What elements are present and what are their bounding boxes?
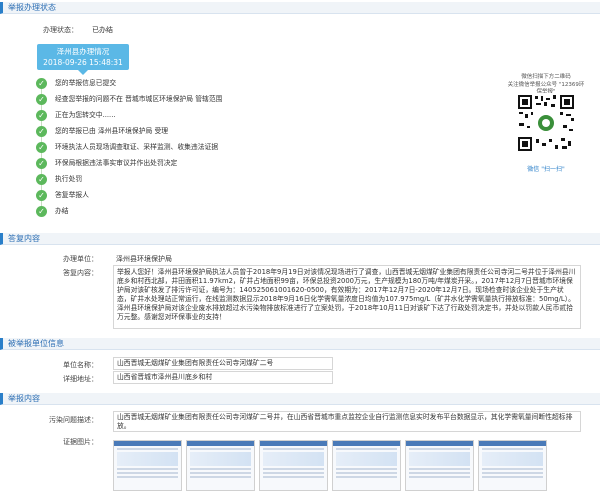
pollution-desc-value: 山西晋城无烟煤矿业集团有限责任公司寺河煤矿二号井，在山西省晋城市重点监控企业自行… bbox=[117, 413, 573, 430]
timeline-step-text: 办结 bbox=[55, 207, 69, 215]
tooltip-time: 2018-09-26 15:48:31 bbox=[43, 58, 123, 67]
timeline-step-text: 环境执法人员现场调查取证、采样监测、收集违法证据 bbox=[55, 143, 219, 151]
evidence-image-4[interactable] bbox=[332, 440, 401, 491]
handling-unit-label: 办理单位： bbox=[63, 255, 98, 263]
address-box: 山西省晋城市泽州县川底乡和村 bbox=[113, 371, 333, 384]
check-circle-icon: ✓ bbox=[36, 174, 47, 185]
handling-unit-value: 泽州县环境保护局 bbox=[116, 255, 172, 263]
reply-content-box: 举报人您好！泽州县环境保护局执法人员曾于2018年9月19日对该情况现场进行了调… bbox=[113, 265, 581, 329]
check-circle-icon: ✓ bbox=[36, 78, 47, 89]
check-circle-icon: ✓ bbox=[36, 158, 47, 169]
status-section-title: 举报办理状态 bbox=[8, 3, 56, 12]
status-section-header: 举报办理状态 bbox=[0, 2, 600, 14]
status-label: 办理状态： bbox=[43, 26, 78, 34]
check-circle-icon: ✓ bbox=[36, 94, 47, 105]
check-circle-icon: ✓ bbox=[36, 190, 47, 201]
reply-section-header: 答复内容 bbox=[0, 233, 600, 245]
reply-content-label: 答复内容： bbox=[63, 269, 98, 277]
address-value: 山西省晋城市泽州县川底乡和村 bbox=[117, 373, 213, 381]
evidence-image-5[interactable] bbox=[405, 440, 474, 491]
reply-content-text: 举报人您好！泽州县环境保护局执法人员曾于2018年9月19日对该情况现场进行了调… bbox=[117, 268, 576, 321]
evidence-label: 证据图片： bbox=[63, 438, 98, 446]
timeline-step-text: 正在为您转交中...... bbox=[55, 111, 116, 119]
check-circle-icon: ✓ bbox=[36, 206, 47, 217]
unit-name-label: 单位名称： bbox=[63, 361, 98, 369]
check-circle-icon: ✓ bbox=[36, 126, 47, 137]
timeline-step-text: 经查您举报的问题不在 晋城市城区环境保护局 管辖范围 bbox=[55, 95, 223, 103]
check-circle-icon: ✓ bbox=[36, 142, 47, 153]
qr-code-icon bbox=[516, 93, 576, 153]
timeline-step-text: 答复举报人 bbox=[55, 191, 89, 199]
handling-tooltip: 泽州县办理情况 2018-09-26 15:48:31 bbox=[37, 44, 129, 75]
timeline-step-text: 执行处罚 bbox=[55, 175, 83, 183]
unit-name-value: 山西晋城无烟煤矿业集团有限责任公司寺河煤矿二号 bbox=[117, 359, 274, 367]
status-value: 已办结 bbox=[92, 26, 113, 34]
evidence-image-3[interactable] bbox=[259, 440, 328, 491]
report-section-title: 举报内容 bbox=[8, 394, 40, 403]
reported-unit-section-title: 被举报单位信息 bbox=[8, 339, 64, 348]
check-circle-icon: ✓ bbox=[36, 110, 47, 121]
timeline-step-text: 环保局根据违法事实审议并作出处罚决定 bbox=[55, 159, 178, 167]
tooltip-title: 泽州县办理情况 bbox=[56, 47, 110, 56]
timeline-step-text: 您的举报信息已提交 bbox=[55, 79, 117, 87]
qr-caption-1: 微信扫描下方二维码 bbox=[521, 74, 571, 80]
unit-name-box: 山西晋城无烟煤矿业集团有限责任公司寺河煤矿二号 bbox=[113, 357, 333, 370]
reply-section-title: 答复内容 bbox=[8, 234, 40, 243]
qr-scan-caption: 微信 "扫一扫" bbox=[527, 166, 565, 173]
evidence-image-2[interactable] bbox=[186, 440, 255, 491]
reported-unit-section-header: 被举报单位信息 bbox=[0, 338, 600, 350]
pollution-desc-box: 山西晋城无烟煤矿业集团有限责任公司寺河煤矿二号井，在山西省晋城市重点监控企业自行… bbox=[113, 411, 581, 432]
report-section-header: 举报内容 bbox=[0, 393, 600, 405]
evidence-image-1[interactable] bbox=[113, 440, 182, 491]
address-label: 详细地址： bbox=[63, 375, 98, 383]
pollution-desc-label: 污染问题描述： bbox=[49, 416, 98, 424]
evidence-image-6[interactable] bbox=[478, 440, 547, 491]
timeline-step-text: 您的举报已由 泽州县环境保护局 受理 bbox=[55, 127, 169, 135]
